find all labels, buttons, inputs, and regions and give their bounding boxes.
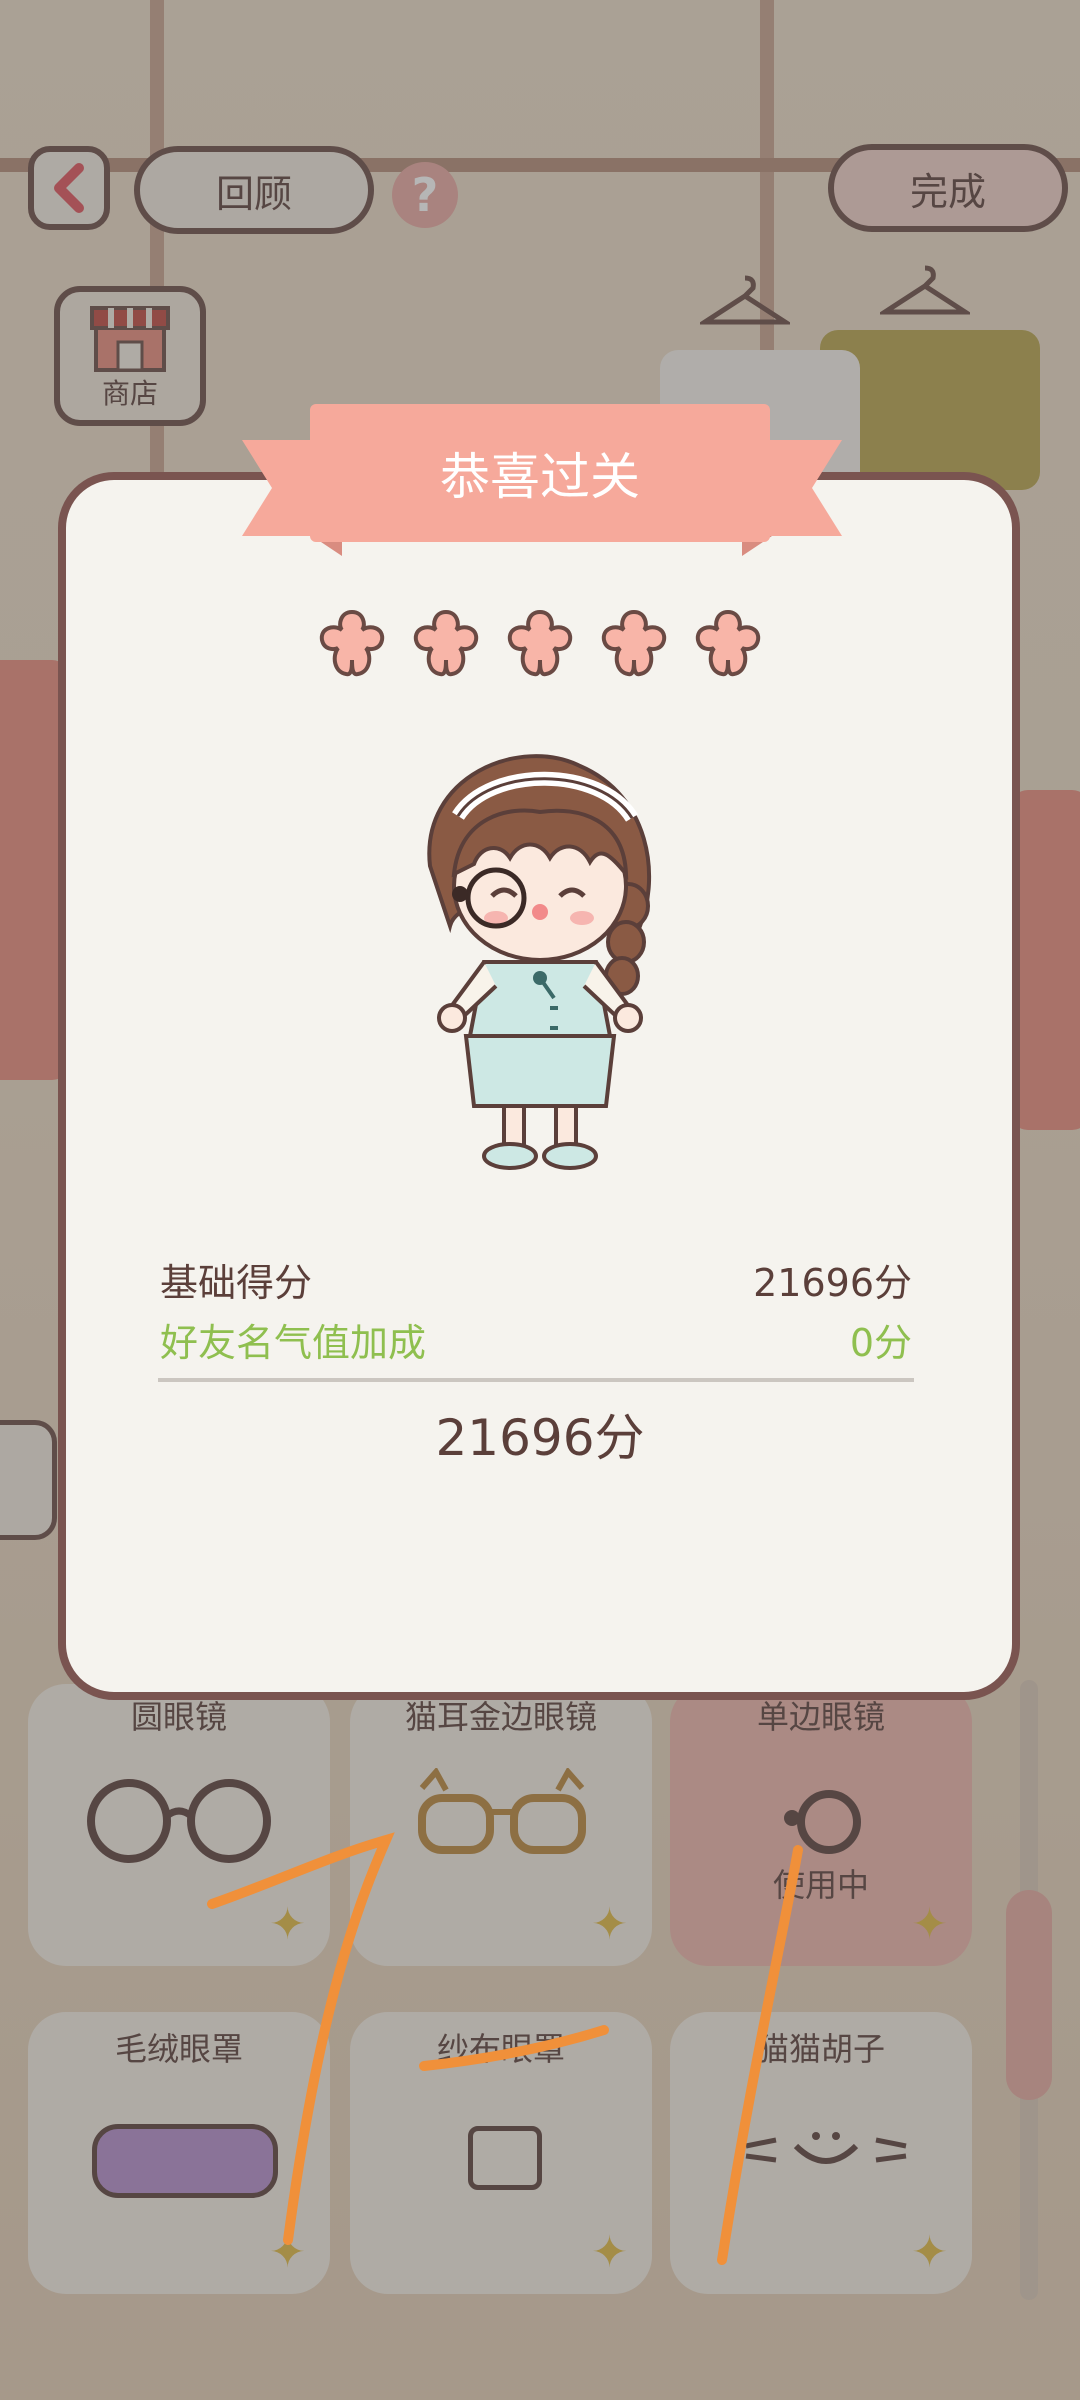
dialog-title: 恭喜过关 [310,404,770,542]
friend-bonus-row: 好友名气值加成 0分 [160,1312,912,1367]
star-rating [312,604,768,684]
friend-bonus-value: 0分 [849,1321,912,1365]
flower-star-icon [601,609,667,677]
flower-star-icon [413,609,479,677]
base-score-label: 基础得分 [160,1261,313,1305]
character-avatar [427,754,652,1170]
score-divider [158,1378,914,1382]
friend-bonus-label: 好友名气值加成 [160,1321,427,1365]
base-score-value: 21696分 [753,1261,912,1305]
flower-star-icon [507,609,573,677]
flower-star-icon [319,609,385,677]
base-score-row: 基础得分 21696分 [160,1252,912,1307]
total-score: 21696分 [435,1409,645,1467]
flower-star-icon [695,609,761,677]
